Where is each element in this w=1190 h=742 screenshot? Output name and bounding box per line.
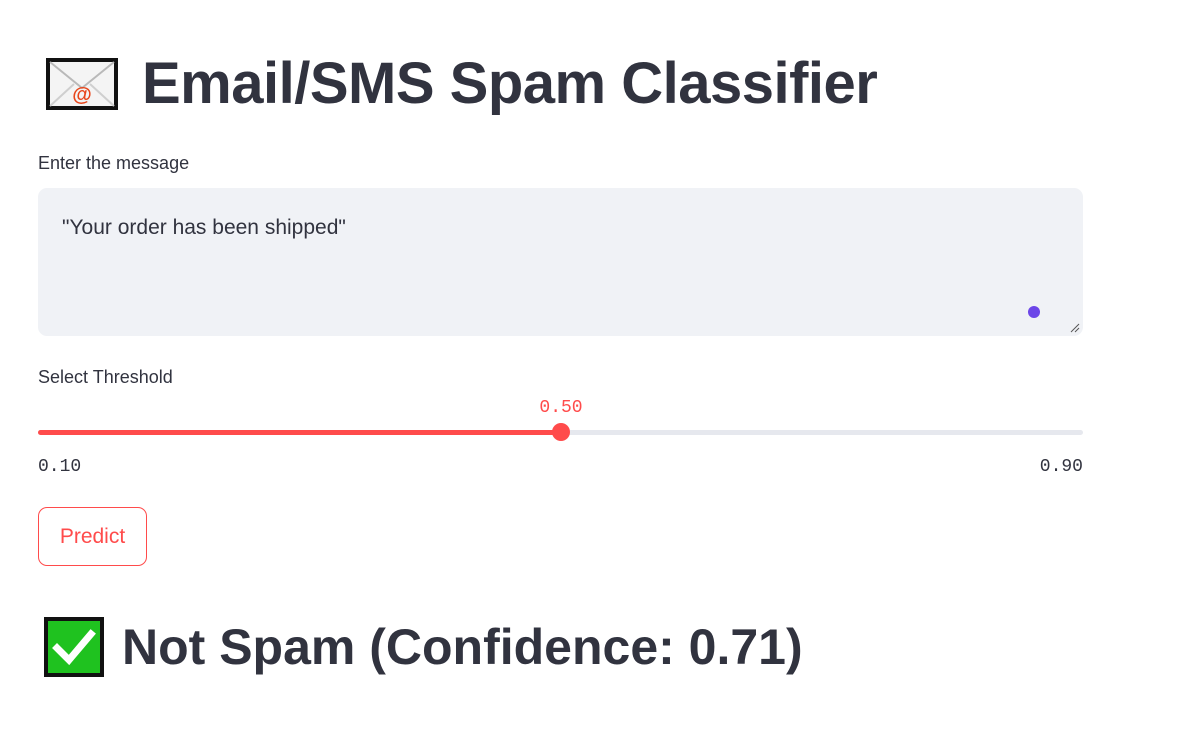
slider-fill	[38, 430, 561, 435]
prediction-result: Not Spam (Confidence: 0.71)	[44, 616, 803, 678]
page-title: Email/SMS Spam Classifier	[142, 51, 878, 116]
result-text: Not Spam (Confidence: 0.71)	[122, 619, 803, 675]
message-textarea-container	[38, 188, 1083, 336]
threshold-slider[interactable]: 0.50 0.10 0.90	[38, 395, 1083, 477]
envelope-icon: @	[46, 58, 118, 110]
slider-thumb[interactable]	[552, 423, 570, 441]
page-header: @ Email/SMS Spam Classifier	[46, 51, 878, 116]
slider-max-label: 0.90	[1039, 457, 1083, 477]
focus-dot-indicator	[1028, 306, 1040, 318]
message-textarea[interactable]	[38, 188, 1083, 336]
resize-grip-icon[interactable]	[1070, 323, 1080, 333]
check-mark-icon	[44, 617, 104, 677]
threshold-label: Select Threshold	[38, 367, 173, 387]
predict-button[interactable]: Predict	[38, 507, 147, 566]
message-label: Enter the message	[38, 153, 190, 173]
slider-current-value: 0.50	[539, 398, 583, 418]
svg-text:@: @	[72, 84, 92, 106]
slider-min-label: 0.10	[38, 457, 82, 477]
